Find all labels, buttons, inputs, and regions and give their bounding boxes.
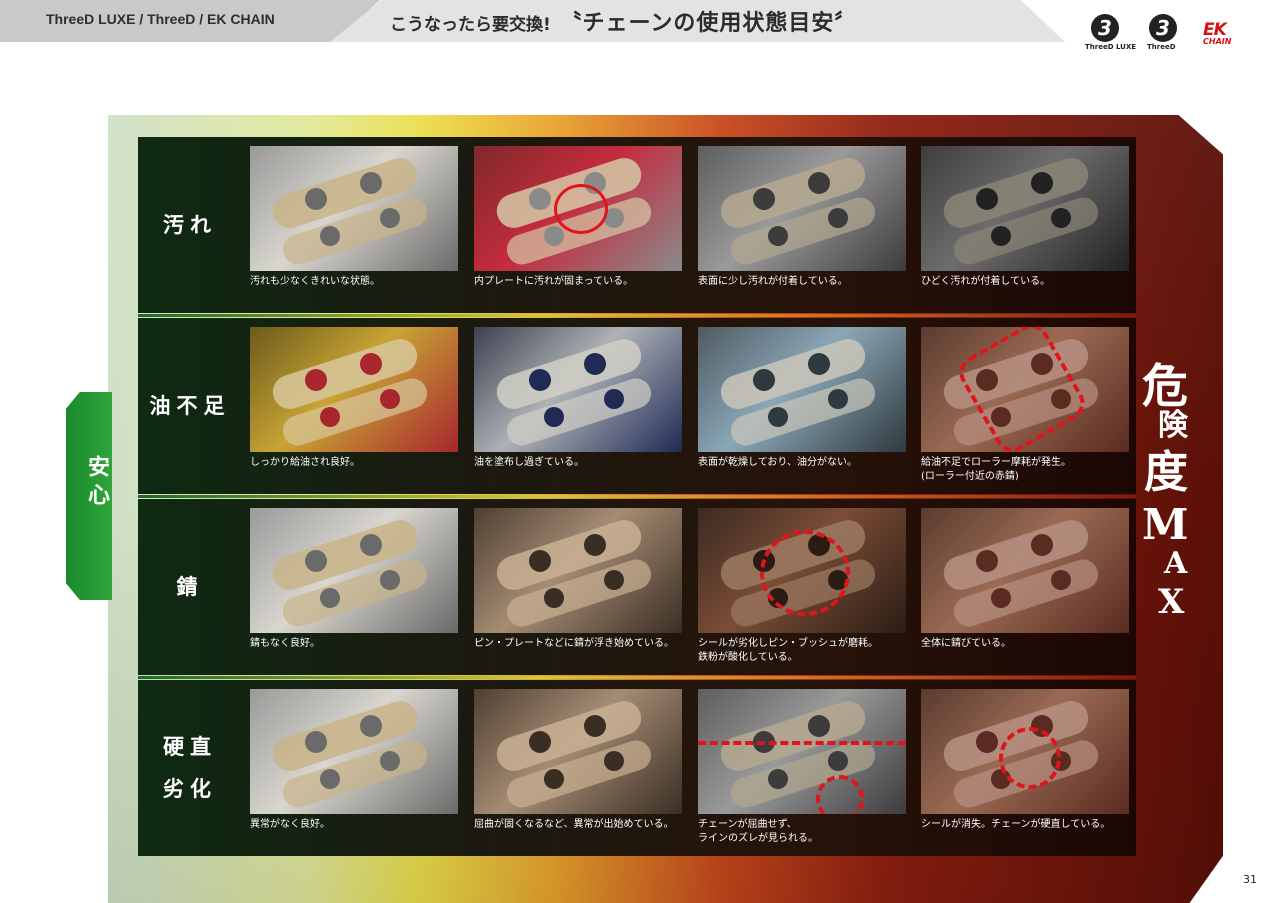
condition-row: 錆錆もなく良好。 ピン・プレートなどに錆が浮き始めている。 シールが劣化しピン・ブッ… — [138, 499, 1136, 675]
safe-label: 安心 — [84, 455, 109, 511]
page-number: 31 — [1243, 873, 1257, 886]
cell-caption: シールが消失。チェーンが硬直している。 — [921, 819, 1111, 830]
row-separator — [138, 676, 1136, 679]
brand-line: ThreeD LUXE / ThreeD / EK CHAIN — [46, 11, 275, 27]
danger-char: M — [1142, 500, 1189, 549]
chain-photo — [474, 327, 682, 452]
row-label: 油不足 — [149, 394, 231, 418]
row-label: 汚れ — [163, 213, 217, 237]
condition-row: 油不足しっかり給油され良好。 油を塗布し過ぎている。 表面が乾燥しており、油分がない… — [138, 318, 1136, 494]
chain-photo — [474, 146, 682, 271]
danger-max-label: 危険度MAX — [1140, 350, 1210, 640]
header-brand-tab: ThreeD LUXE / ThreeD / EK CHAIN — [0, 0, 380, 42]
condition-cell: 表面が乾燥しており、油分がない。 — [698, 327, 906, 470]
chain-photo — [698, 508, 906, 633]
chain-photo — [921, 327, 1129, 452]
highlight-dashed-circle — [999, 727, 1061, 789]
chain-photo — [921, 508, 1129, 633]
cell-caption: 内プレートに汚れが固まっている。 — [474, 276, 634, 287]
chain-photo — [250, 327, 458, 452]
chain-photo — [698, 146, 906, 271]
ek-chain-logo: EK CHAIN — [1203, 20, 1232, 46]
condition-cell: 油を塗布し過ぎている。 — [474, 327, 682, 470]
cell-caption: 全体に錆びている。 — [921, 638, 1011, 649]
chain-photo — [474, 689, 682, 814]
condition-cell: 汚れも少なくきれいな状態。 — [250, 146, 458, 289]
cell-caption: 給油不足でローラー摩耗が発生。 (ローラー付近の赤錆) — [921, 457, 1071, 482]
highlight-dashed-circle — [760, 530, 850, 616]
title-main: 〝チェーンの使用状態目安〞 — [559, 11, 858, 36]
highlight-circle — [554, 184, 608, 234]
chain-photo — [698, 327, 906, 452]
condition-cell: 錆もなく良好。 — [250, 508, 458, 651]
cell-caption: チェーンが屈曲せず、 ラインのズレが見られる。 — [698, 819, 818, 844]
chain-photo — [921, 146, 1129, 271]
cell-caption: 屈曲が固くなるなど、異常が出始めている。 — [474, 819, 674, 830]
condition-cell: 内プレートに汚れが固まっている。 — [474, 146, 682, 289]
chain-photo — [250, 689, 458, 814]
condition-row: 硬直 劣化異常がなく良好。 屈曲が固くなるなど、異常が出始めている。 チェーンが屈曲… — [138, 680, 1136, 856]
chain-photo — [474, 508, 682, 633]
cell-caption: 油を塗布し過ぎている。 — [474, 457, 584, 468]
cell-caption: シールが劣化しピン・ブッシュが磨耗。 鉄粉が酸化している。 — [698, 638, 878, 663]
row-label: 錆 — [176, 575, 204, 599]
row-label: 硬直 劣化 — [163, 735, 217, 801]
cell-caption: 汚れも少なくきれいな状態。 — [250, 276, 380, 287]
chain-photo — [250, 146, 458, 271]
condition-cell: 屈曲が固くなるなど、異常が出始めている。 — [474, 689, 682, 832]
chain-condition-table: 汚れ汚れも少なくきれいな状態。 内プレートに汚れが固まっている。 表面に少し汚れが付… — [138, 137, 1136, 857]
danger-char: A — [1164, 546, 1188, 581]
cell-caption: ひどく汚れが付着している。 — [921, 276, 1051, 287]
condition-row: 汚れ汚れも少なくきれいな状態。 内プレートに汚れが固まっている。 表面に少し汚れが付… — [138, 137, 1136, 313]
cell-caption: 錆もなく良好。 — [250, 638, 320, 649]
row-separator — [138, 314, 1136, 317]
condition-cell: ひどく汚れが付着している。 — [921, 146, 1129, 289]
condition-cell: シールが消失。チェーンが硬直している。 — [921, 689, 1129, 832]
threed-logo: 3 ThreeD — [1147, 14, 1177, 51]
chain-photo — [698, 689, 906, 814]
cell-caption: 表面が乾燥しており、油分がない。 — [698, 457, 857, 468]
danger-char: X — [1158, 582, 1185, 622]
chain-photo — [921, 689, 1129, 814]
cell-caption: 異常がなく良好。 — [250, 819, 330, 830]
condition-cell: シールが劣化しピン・ブッシュが磨耗。 鉄粉が酸化している。 — [698, 508, 906, 665]
cell-caption: しっかり給油され良好。 — [250, 457, 360, 468]
condition-cell: しっかり給油され良好。 — [250, 327, 458, 470]
highlight-dashed-line — [698, 741, 906, 745]
condition-cell: 全体に錆びている。 — [921, 508, 1129, 651]
condition-cell: 異常がなく良好。 — [250, 689, 458, 832]
condition-cell: チェーンが屈曲せず、 ラインのズレが見られる。 — [698, 689, 906, 846]
threed-luxe-logo: 3 ThreeD LUXE — [1085, 14, 1137, 51]
brand-logos: 3 ThreeD LUXE 3 ThreeD EK CHAIN — [1085, 12, 1265, 56]
page-title: こうなったら要交換! 〝チェーンの使用状態目安〞 — [390, 5, 857, 37]
cell-caption: ピン・プレートなどに錆が浮き始めている。 — [474, 638, 674, 649]
condition-cell: 表面に少し汚れが付着している。 — [698, 146, 906, 289]
title-prefix: こうなったら要交換! — [390, 15, 551, 35]
condition-cell: 給油不足でローラー摩耗が発生。 (ローラー付近の赤錆) — [921, 327, 1129, 484]
row-separator — [138, 495, 1136, 498]
danger-char: 度 — [1144, 447, 1188, 498]
condition-cell: ピン・プレートなどに錆が浮き始めている。 — [474, 508, 682, 651]
chain-photo — [250, 508, 458, 633]
cell-caption: 表面に少し汚れが付着している。 — [698, 276, 848, 287]
